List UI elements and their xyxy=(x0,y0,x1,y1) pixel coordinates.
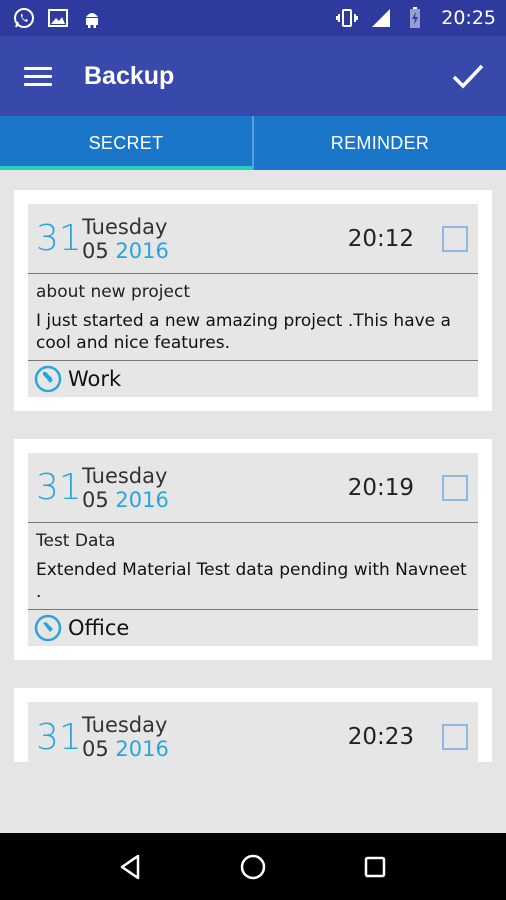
home-button[interactable] xyxy=(235,849,271,885)
note-month: 05 xyxy=(82,737,109,761)
tag-icon xyxy=(34,614,62,642)
vibrate-icon xyxy=(336,9,359,27)
battery-icon xyxy=(410,7,421,28)
signal-icon xyxy=(372,9,391,27)
note-title: Test Data xyxy=(36,531,116,551)
recents-icon xyxy=(364,856,386,877)
note-day: 31 xyxy=(36,218,82,259)
note-title: about new project xyxy=(36,282,190,302)
note-header: 31 Tuesday 05 2016 20:19 xyxy=(28,453,478,523)
note-card[interactable]: 31 Tuesday 05 2016 20:19 Test Data Exten… xyxy=(14,439,492,660)
note-text: I just started a new amazing project .Th… xyxy=(36,311,451,353)
note-checkbox[interactable] xyxy=(442,225,468,252)
note-checkbox[interactable] xyxy=(442,474,468,501)
note-body: about new project I just started a new a… xyxy=(28,274,478,361)
note-year: 2016 xyxy=(115,737,169,761)
note-weekday: Tuesday xyxy=(82,463,168,488)
note-card-inner: 31 Tuesday 05 2016 20:12 about new proje… xyxy=(28,204,478,397)
note-header: 31 Tuesday 05 2016 20:12 xyxy=(28,204,478,274)
page-title: Backup xyxy=(84,61,175,90)
note-month-year: 05 2016 xyxy=(82,239,169,263)
note-card-inner: 31 Tuesday 05 2016 20:19 Test Data Exten… xyxy=(28,453,478,646)
notes-list[interactable]: 31 Tuesday 05 2016 20:12 about new proje… xyxy=(0,170,506,762)
tab-bar: SECRET REMINDER xyxy=(0,116,506,170)
note-time: 20:19 xyxy=(347,474,414,501)
android-icon xyxy=(86,13,98,28)
note-footer: Work xyxy=(28,361,478,397)
status-time: 20:25 xyxy=(441,7,496,29)
note-card[interactable]: 31 Tuesday 05 2016 20:23 xyxy=(14,688,492,762)
note-time: 20:23 xyxy=(347,724,414,750)
note-card[interactable]: 31 Tuesday 05 2016 20:12 about new proje… xyxy=(14,190,492,411)
note-weekday: Tuesday xyxy=(82,713,168,737)
note-day: 31 xyxy=(36,716,82,758)
back-button[interactable] xyxy=(113,849,149,885)
note-footer: Office xyxy=(28,610,478,646)
status-bar-notifications xyxy=(12,6,104,30)
note-weekday: Tuesday xyxy=(82,214,168,239)
image-icon xyxy=(48,9,68,27)
tag-icon xyxy=(34,365,62,393)
note-category: Office xyxy=(68,616,130,640)
navigation-bar xyxy=(0,833,506,900)
note-year: 2016 xyxy=(115,238,169,263)
menu-icon[interactable] xyxy=(24,60,56,92)
note-checkbox[interactable] xyxy=(442,724,468,750)
note-month-year: 05 2016 xyxy=(82,737,169,761)
tab-reminder[interactable]: REMINDER xyxy=(252,116,506,170)
note-date: Tuesday 05 2016 xyxy=(82,215,169,263)
whatsapp-icon xyxy=(14,8,34,28)
tab-secret[interactable]: SECRET xyxy=(0,116,252,170)
app-bar: Backup xyxy=(0,36,506,116)
note-date: Tuesday 05 2016 xyxy=(82,713,169,761)
note-category: Work xyxy=(68,367,122,391)
status-bar: 20:25 xyxy=(0,0,506,36)
check-icon[interactable] xyxy=(448,56,488,96)
note-month: 05 xyxy=(82,487,109,512)
home-icon xyxy=(240,854,266,879)
note-text: Extended Material Test data pending with… xyxy=(36,560,467,602)
note-card-inner: 31 Tuesday 05 2016 20:23 xyxy=(28,702,478,762)
note-time: 20:12 xyxy=(347,225,414,252)
note-year: 2016 xyxy=(115,487,169,512)
note-month: 05 xyxy=(82,238,109,263)
status-bar-system: 20:25 xyxy=(335,6,496,30)
note-month-year: 05 2016 xyxy=(82,488,169,512)
note-date: Tuesday 05 2016 xyxy=(82,464,169,512)
note-day: 31 xyxy=(36,467,82,508)
back-icon xyxy=(120,854,140,879)
note-body: Test Data Extended Material Test data pe… xyxy=(28,523,478,610)
recents-button[interactable] xyxy=(357,849,393,885)
note-header: 31 Tuesday 05 2016 20:23 xyxy=(28,702,478,762)
